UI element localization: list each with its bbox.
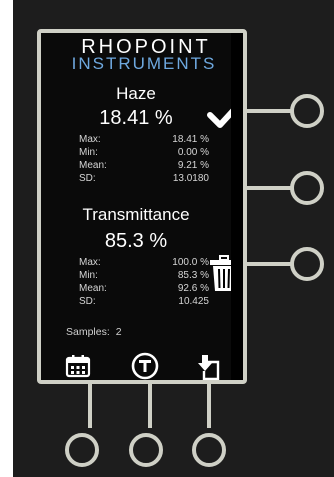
samples-count: Samples: 2 <box>66 326 122 338</box>
hardware-button-top-right <box>290 94 324 128</box>
calendar-icon[interactable] <box>65 354 91 380</box>
samples-label: Samples: <box>66 326 110 338</box>
main-display: RHOPOINT INSTRUMENTS Haze 18.41 % Max: 1… <box>41 33 231 380</box>
haze-value: 18.41 % <box>99 107 173 129</box>
hardware-button-bottom-right <box>290 247 324 281</box>
brand-instruments: INSTRUMENTS <box>71 54 217 73</box>
device-screen-frame: RHOPOINT INSTRUMENTS Haze 18.41 % Max: 1… <box>37 29 247 384</box>
t-circle-icon[interactable] <box>131 352 159 380</box>
haze-title: Haze <box>116 84 156 103</box>
export-icon[interactable] <box>196 354 224 380</box>
samples-value: 2 <box>115 326 122 338</box>
frame-right-edge <box>231 33 243 380</box>
hardware-button-middle-right <box>290 171 324 205</box>
transmittance-title: Transmittance <box>82 205 190 224</box>
transmittance-value: 85.3 % <box>104 230 168 252</box>
